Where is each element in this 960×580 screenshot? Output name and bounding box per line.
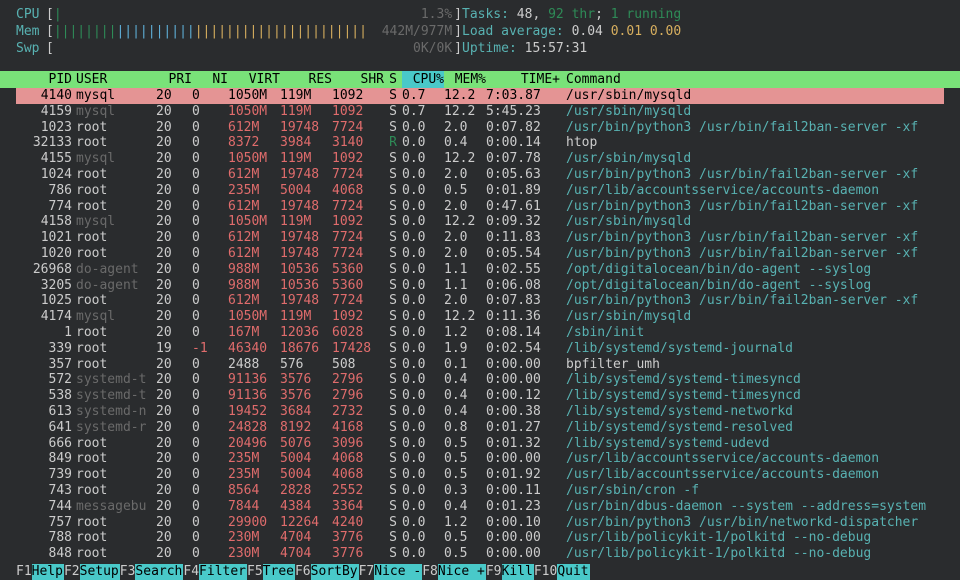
- col-header-mem[interactable]: MEM%: [444, 71, 486, 88]
- process-row[interactable]: 613systemd-n2001945236842732S0.00.40:00.…: [16, 404, 944, 420]
- process-row[interactable]: 4174mysql2001050M119M1092S0.012.20:11.36…: [16, 309, 944, 325]
- meters-panel: CPU [ | 1.3% ] Tasks: 48, 92 thr; 1 runn…: [0, 6, 960, 57]
- cpu-bar: |: [54, 6, 364, 23]
- process-row[interactable]: 788root200230M47043776S0.00.50:00.00/usr…: [16, 530, 944, 546]
- process-row[interactable]: 4159mysql2001050M119M1092S0.712.25:45.23…: [16, 104, 944, 120]
- mem-label: Mem: [16, 23, 46, 40]
- fn-f1[interactable]: F1Help: [16, 564, 64, 580]
- process-row[interactable]: 848root200230M47043776S0.00.50:00.00/usr…: [16, 546, 944, 562]
- col-header-virt[interactable]: VIRT: [228, 71, 280, 88]
- process-row[interactable]: 1023root200612M197487724S0.02.00:07.82/u…: [16, 120, 944, 136]
- load-label: Load average:: [462, 24, 572, 39]
- col-header-pri[interactable]: PRI: [156, 71, 192, 88]
- tasks-total: 48: [517, 7, 533, 22]
- col-header-state[interactable]: S: [384, 71, 402, 88]
- uptime-value: 15:57:31: [525, 41, 588, 56]
- col-header-ni[interactable]: NI: [192, 71, 228, 88]
- fn-f6[interactable]: F6SortBy: [295, 564, 359, 580]
- fn-f7[interactable]: F7Nice -: [359, 564, 423, 580]
- mem-meter-row: Mem [ ||||||||||||||||||||||||||||||||||…: [16, 23, 944, 40]
- fn-f10[interactable]: F10Quit: [534, 564, 590, 580]
- fn-f2[interactable]: F2Setup: [64, 564, 120, 580]
- col-header-time[interactable]: TIME+: [486, 71, 560, 88]
- process-row[interactable]: 744messagebu200784443843364S0.00.40:01.2…: [16, 499, 944, 515]
- process-list[interactable]: 4140mysql2001050M119M1092S0.712.27:03.87…: [0, 88, 960, 562]
- process-row[interactable]: 4158mysql2001050M119M1092S0.012.20:09.32…: [16, 214, 944, 230]
- fn-f8[interactable]: F8Nice +: [422, 564, 486, 580]
- function-key-bar[interactable]: F1HelpF2SetupF3SearchF4FilterF5TreeF6Sor…: [0, 564, 960, 580]
- tasks-running: 1 running: [611, 7, 681, 22]
- process-row[interactable]: 32133root200837239843140R0.00.40:00.14ht…: [16, 135, 944, 151]
- column-header-row[interactable]: PID USER PRI NI VIRT RES SHR S CPU% MEM%…: [0, 71, 960, 88]
- uptime-label: Uptime:: [462, 41, 525, 56]
- process-row[interactable]: 4140mysql2001050M119M1092S0.712.27:03.87…: [16, 88, 944, 104]
- process-row[interactable]: 666root2002049650763096S0.00.50:01.32/li…: [16, 436, 944, 452]
- process-row[interactable]: 538systemd-t2009113635762796S0.00.40:00.…: [16, 388, 944, 404]
- process-row[interactable]: 739root200235M50044068S0.00.50:01.92/usr…: [16, 467, 944, 483]
- cpu-bracket-open: [: [46, 6, 54, 23]
- cpu-meter-row: CPU [ | 1.3% ] Tasks: 48, 92 thr; 1 runn…: [16, 6, 944, 23]
- process-row[interactable]: 572systemd-t2009113635762796S0.00.40:00.…: [16, 372, 944, 388]
- process-row[interactable]: 774root200612M197487724S0.02.00:47.61/us…: [16, 199, 944, 215]
- col-header-cpu[interactable]: CPU%: [402, 71, 444, 88]
- col-header-pid[interactable]: PID: [16, 71, 72, 88]
- process-row[interactable]: 1root200167M120366028S0.01.20:08.14/sbin…: [16, 325, 944, 341]
- tasks-label: Tasks:: [462, 7, 517, 22]
- col-header-command[interactable]: Command: [560, 71, 944, 88]
- fn-f9[interactable]: F9Kill: [486, 564, 534, 580]
- tasks-threads: 92 thr: [548, 7, 595, 22]
- process-row[interactable]: 339root19-1463401867617428S0.01.90:02.54…: [16, 341, 944, 357]
- cpu-bracket-close: ]: [454, 6, 462, 23]
- mem-bar: ||||||||||||||||||||||||||||||||||||||||: [54, 23, 364, 40]
- mem-value: 442M/977M: [364, 23, 454, 40]
- process-row[interactable]: 849root200235M50044068S0.00.50:00.00/usr…: [16, 451, 944, 467]
- fn-f5[interactable]: F5Tree: [247, 564, 295, 580]
- cpu-value: 1.3%: [364, 6, 454, 23]
- load-1: 0.04: [572, 24, 603, 39]
- load-15: 0.00: [650, 24, 681, 39]
- process-row[interactable]: 1021root200612M197487724S0.02.00:11.83/u…: [16, 230, 944, 246]
- process-row[interactable]: 357root2002488576508S0.00.10:00.00bpfilt…: [16, 357, 944, 373]
- swap-meter-row: Swp [ 0K/0K ] Uptime: 15:57:31: [16, 40, 944, 57]
- col-header-shr[interactable]: SHR: [332, 71, 384, 88]
- process-row[interactable]: 743root200856428282552S0.00.30:00.11/usr…: [16, 483, 944, 499]
- cpu-label: CPU: [16, 6, 46, 23]
- process-row[interactable]: 786root200235M50044068S0.00.50:01.89/usr…: [16, 183, 944, 199]
- process-row[interactable]: 641systemd-r2002482881924168S0.00.80:01.…: [16, 420, 944, 436]
- load-5: 0.01: [611, 24, 642, 39]
- swap-label: Swp: [16, 40, 46, 57]
- fn-f4[interactable]: F4Filter: [183, 564, 247, 580]
- process-row[interactable]: 26968do-agent200988M105365360S0.01.10:02…: [16, 262, 944, 278]
- process-row[interactable]: 1025root200612M197487724S0.02.00:07.83/u…: [16, 293, 944, 309]
- process-row[interactable]: 3205do-agent200988M105365360S0.01.10:06.…: [16, 278, 944, 294]
- process-row[interactable]: 4155mysql2001050M119M1092S0.012.20:07.78…: [16, 151, 944, 167]
- process-row[interactable]: 1020root200612M197487724S0.02.00:05.54/u…: [16, 246, 944, 262]
- fn-f3[interactable]: F3Search: [120, 564, 184, 580]
- process-row[interactable]: 1024root200612M197487724S0.02.00:05.63/u…: [16, 167, 944, 183]
- col-header-res[interactable]: RES: [280, 71, 332, 88]
- col-header-user[interactable]: USER: [72, 71, 156, 88]
- swap-value: 0K/0K: [364, 40, 454, 57]
- process-row[interactable]: 757root20029900122644240S0.01.20:00.10/u…: [16, 515, 944, 531]
- htop-screen: CPU [ | 1.3% ] Tasks: 48, 92 thr; 1 runn…: [0, 0, 960, 562]
